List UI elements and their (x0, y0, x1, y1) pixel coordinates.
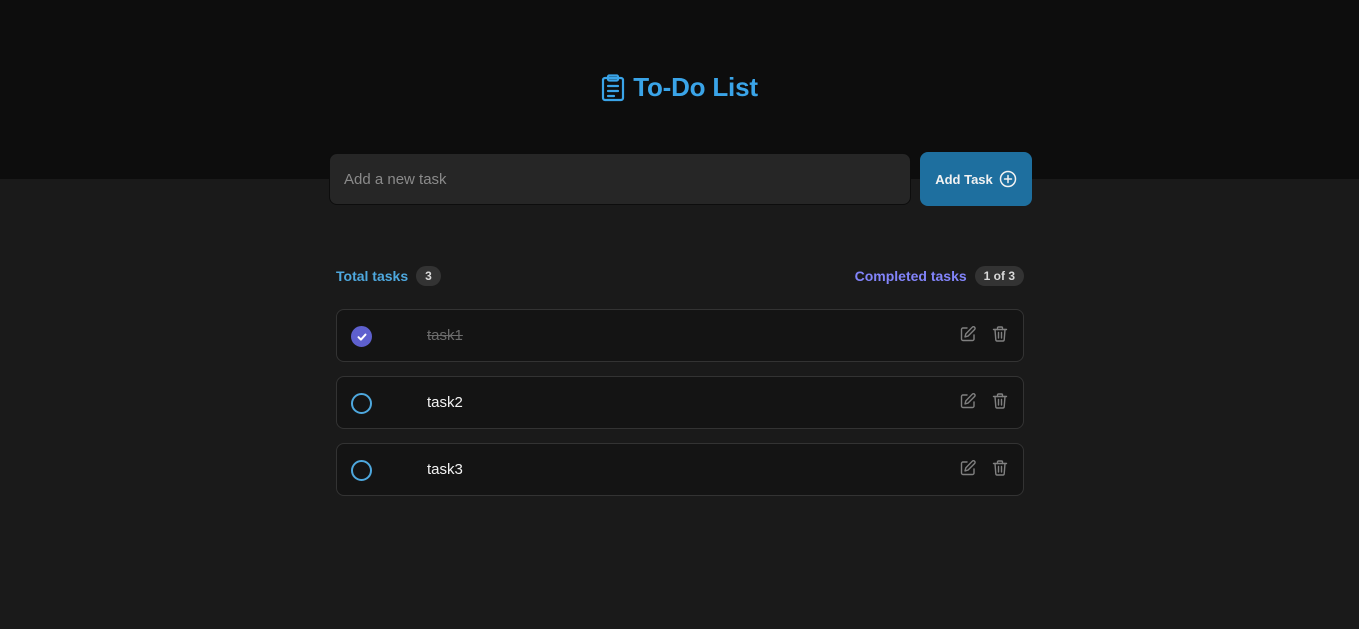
task-text: task1 (427, 327, 463, 344)
task-text: task2 (427, 394, 463, 411)
completed-tasks-badge: 1 of 3 (974, 266, 1024, 286)
total-tasks-label: Total tasks (336, 268, 409, 284)
edit-icon[interactable] (959, 459, 977, 477)
new-task-input[interactable] (329, 153, 911, 205)
task-actions (959, 325, 1009, 343)
app-header: To-Do List (0, 72, 1359, 103)
trash-icon[interactable] (991, 392, 1009, 410)
task-list: task1 task2 task3 (336, 309, 1024, 510)
task-checkbox[interactable] (351, 326, 372, 347)
plus-circle-icon (999, 170, 1017, 188)
task-item: task2 (336, 376, 1024, 429)
total-tasks-badge: 3 (416, 266, 441, 286)
task-counters: Total tasks 3 Completed tasks 1 of 3 (336, 264, 1024, 288)
add-task-button-label: Add Task (935, 171, 993, 187)
task-item: task3 (336, 443, 1024, 496)
task-text: task3 (427, 461, 463, 478)
edit-icon[interactable] (959, 392, 977, 410)
page-title: To-Do List (633, 72, 758, 102)
task-checkbox[interactable] (351, 393, 372, 414)
total-tasks-counter: Total tasks 3 (336, 266, 441, 286)
task-item: task1 (336, 309, 1024, 362)
check-icon (357, 333, 366, 341)
clipboard-icon (601, 73, 625, 102)
add-task-button[interactable]: Add Task (920, 152, 1032, 206)
edit-icon[interactable] (959, 325, 977, 343)
task-actions (959, 392, 1009, 410)
trash-icon[interactable] (991, 325, 1009, 343)
completed-tasks-label: Completed tasks (854, 268, 967, 284)
task-checkbox[interactable] (351, 460, 372, 481)
completed-tasks-counter: Completed tasks 1 of 3 (855, 266, 1024, 286)
trash-icon[interactable] (991, 459, 1009, 477)
task-actions (959, 459, 1009, 477)
